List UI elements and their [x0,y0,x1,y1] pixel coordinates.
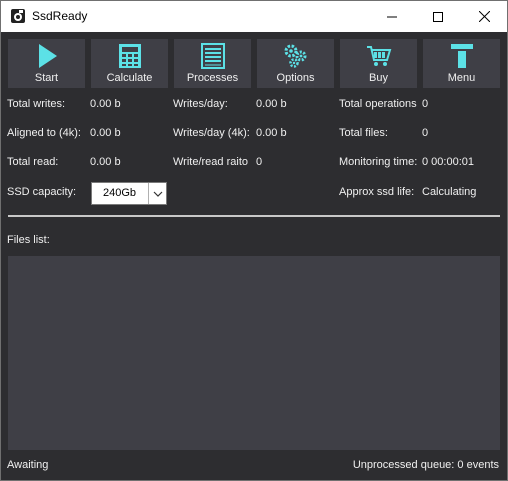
status-text: Awaiting [7,459,49,471]
title-bar[interactable]: SsdReady [1,1,507,32]
monitoring-time-label: Monitoring time: [339,156,418,168]
gears-icon [257,43,334,69]
queue-status-text: Unprocessed queue: 0 events [352,459,499,471]
ssd-capacity-label: SSD capacity: [7,186,77,198]
writes-day-4k-value: 0.00 b [256,127,287,139]
close-button[interactable] [461,1,507,32]
approx-life-value: Calculating [422,186,477,198]
total-files-value: 0 [422,127,429,139]
menu-icon [423,43,500,69]
calculator-icon [91,43,168,69]
ssd-capacity-value: 240Gb [103,187,137,199]
total-writes-label: Total writes: [7,98,66,110]
minimize-icon [387,16,397,17]
play-icon [8,43,85,69]
list-icon [174,43,251,69]
calculate-button[interactable]: Calculate [91,39,168,88]
ssd-capacity-select[interactable]: 240Gb [91,182,167,205]
monitoring-time-value: 0 00:00:01 [422,156,474,168]
cart-icon [340,43,417,69]
total-read-value: 0.00 b [90,156,121,168]
options-button-label: Options [276,72,315,84]
total-operations-label: Total operations [339,98,417,110]
app-window: SsdReady Start Calculate Processes Optio… [0,0,508,481]
processes-button-label: Processes [186,72,239,84]
aligned-value: 0.00 b [90,127,121,139]
aligned-label: Aligned to (4k): [7,127,81,139]
files-list-panel[interactable] [8,256,500,450]
write-read-ratio-label: Write/read raito [173,156,248,168]
total-files-label: Total files: [339,127,388,139]
writes-day-value: 0.00 b [256,98,287,110]
maximize-icon [433,11,443,22]
main-content: Start Calculate Processes Options Buy Me… [1,32,507,480]
buy-button[interactable]: Buy [340,39,417,88]
close-icon [478,11,490,22]
total-writes-value: 0.00 b [90,98,121,110]
total-read-label: Total read: [7,156,59,168]
menu-button-label: Menu [447,72,476,84]
chevron-down-icon[interactable] [148,183,166,204]
write-read-ratio-value: 0 [256,156,263,168]
writes-day-4k-label: Writes/day (4k): [173,127,250,139]
files-list-label: Files list: [7,234,50,246]
writes-day-label: Writes/day: [173,98,228,110]
section-divider [8,215,500,217]
menu-button[interactable]: Menu [423,39,500,88]
options-button[interactable]: Options [257,39,334,88]
start-button-label: Start [34,72,59,84]
maximize-button[interactable] [415,1,461,32]
window-title: SsdReady [32,9,88,23]
approx-life-label: Approx ssd life: [339,186,415,198]
processes-button[interactable]: Processes [174,39,251,88]
start-button[interactable]: Start [8,39,85,88]
buy-button-label: Buy [369,72,388,84]
minimize-button[interactable] [369,1,415,32]
total-operations-value: 0 [422,98,429,110]
app-logo-icon [10,8,26,24]
calculate-button-label: Calculate [106,72,153,84]
